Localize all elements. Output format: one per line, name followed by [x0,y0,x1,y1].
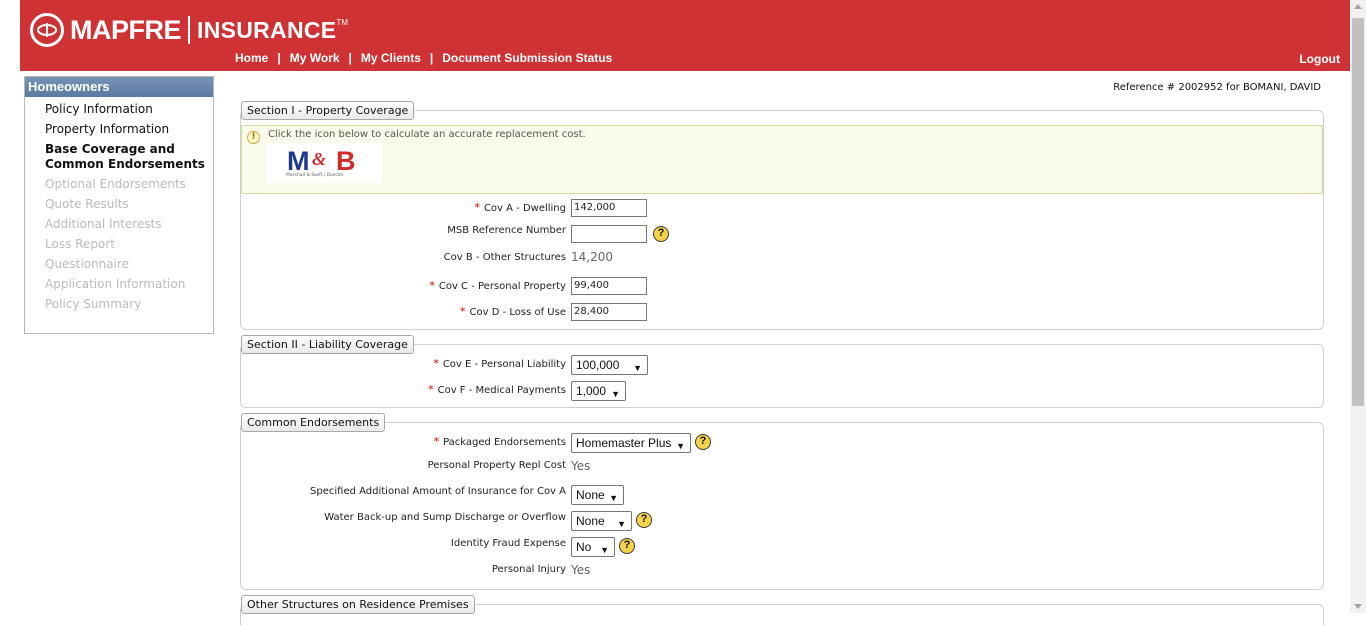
sidebar-item-application-information: Application Information [45,277,186,291]
required-marker: * [474,201,480,214]
header-bar: MAPFRE INSURANCE TM Home | My Work | My … [20,0,1350,71]
cov-e-personal-liability-select[interactable]: 100,000 ▼ [571,355,648,375]
cov-c-label: * Cov C - Personal Property [429,279,566,292]
page-scrollbar[interactable] [1350,0,1366,613]
water-backup-help-icon[interactable]: ? [636,512,652,528]
cov-e-selected-value: 100,000 [576,358,620,372]
nav-my-work-link[interactable]: My Work [290,51,340,65]
msb-info-text: Click the icon below to calculate an acc… [268,129,586,140]
nav-my-clients-link[interactable]: My Clients [361,51,421,65]
cov-a-label: * Cov A - Dwelling [474,201,566,214]
nav-document-submission-status-link[interactable]: Document Submission Status [442,51,612,65]
packaged-endorsements-label-text: Packaged Endorsements [443,437,566,448]
specified-additional-amount-select[interactable]: None ▼ [571,485,624,505]
brand-name: MAPFRE [70,14,182,45]
cov-f-medical-payments-select[interactable]: 1,000 ▼ [571,381,626,401]
chevron-down-icon: ▼ [609,493,618,503]
nav-home-link[interactable]: Home [235,51,268,65]
sidebar-item-policy-summary: Policy Summary [45,297,142,311]
sidebar-item-questionnaire: Questionnaire [45,257,130,271]
sidebar-title: Homeowners [25,77,213,97]
personal-injury-value: Yes [571,563,591,577]
required-marker: * [428,383,434,396]
required-marker: * [433,435,440,448]
packaged-endorsements-help-icon[interactable]: ? [695,434,711,450]
sidebar-item-policy-information[interactable]: Policy Information [45,102,213,117]
cov-e-label-text: Cov E - Personal Liability [442,359,566,370]
cov-c-personal-property-input[interactable]: 99,400 [571,277,647,295]
top-nav: Home | My Work | My Clients | Document S… [235,51,612,65]
chevron-down-icon: ▼ [600,545,609,555]
section-common-endorsements-title: Common Endorsements [241,413,386,432]
personal-injury-label: Personal Injury [491,564,566,575]
chevron-down-icon: ▼ [617,519,626,529]
specified-additional-amount-label: Specified Additional Amount of Insurance… [310,486,566,497]
logo-divider [188,16,190,44]
section-property-coverage-title: Section I - Property Coverage [241,101,415,120]
packaged-endorsements-selected-value: Homemaster Plus [576,436,672,450]
sidebar-item-property-information[interactable]: Property Information [45,122,213,137]
specified-additional-amount-selected-value: None [576,488,605,502]
trademark-mark: TM [336,18,348,27]
info-icon: ! [247,131,260,144]
product-name: INSURANCE [197,16,337,43]
sidebar-item-optional-endorsements: Optional Endorsements [45,177,186,191]
identity-fraud-help-icon[interactable]: ? [619,538,635,554]
nav-separator: | [429,51,434,65]
cov-e-label: * Cov E - Personal Liability [433,357,566,370]
msb-logo-ampersand: & [312,149,327,169]
personal-property-repl-cost-label: Personal Property Repl Cost [427,460,566,471]
logout-link[interactable]: Logout [1299,52,1340,66]
msb-reference-label: MSB Reference Number [447,225,566,236]
chevron-down-icon: ▼ [633,363,642,373]
mapfre-logo-icon [30,13,64,47]
msb-info-panel: ! Click the icon below to calculate an a… [241,125,1323,194]
cov-d-label: * Cov D - Loss of Use [460,305,566,318]
scroll-down-arrow-icon[interactable] [1354,604,1362,609]
required-marker: * [460,305,466,318]
water-backup-label: Water Back-up and Sump Discharge or Over… [324,512,566,523]
sidebar-item-base-coverage[interactable]: Base Coverage and Common Endorsements [45,142,213,172]
cov-a-dwelling-input[interactable]: 142,000 [571,199,647,217]
water-backup-select[interactable]: None ▼ [571,511,632,531]
sidebar-item-quote-results: Quote Results [45,197,129,211]
sidebar-item-loss-report: Loss Report [45,237,115,251]
msb-reference-help-icon[interactable]: ? [653,226,669,242]
cov-f-label: * Cov F - Medical Payments [428,383,566,396]
chevron-down-icon: ▼ [676,441,685,451]
cov-f-selected-value: 1,000 [576,384,607,398]
cov-f-label-text: Cov F - Medical Payments [437,385,566,396]
packaged-endorsements-select[interactable]: Homemaster Plus ▼ [571,433,691,453]
cov-b-value: 14,200 [571,250,613,264]
required-marker: * [433,357,439,370]
personal-property-repl-cost-value: Yes [571,459,591,473]
msb-calculator-logo[interactable]: M & B Marshall & Swift / Boeckh [266,143,382,183]
mapfre-logo[interactable]: MAPFRE INSURANCE TM [30,12,348,48]
section-common-endorsements [240,422,1324,590]
cov-c-label-text: Cov C - Personal Property [438,281,566,292]
sidebar-list: Policy Information Property Information … [25,102,213,312]
cov-d-loss-of-use-input[interactable]: 28,400 [571,303,647,321]
identity-fraud-label: Identity Fraud Expense [450,538,566,549]
scroll-up-arrow-icon[interactable] [1354,4,1362,9]
packaged-endorsements-label: * Packaged Endorsements [434,435,566,448]
identity-fraud-select[interactable]: No ▼ [571,537,615,557]
scrollbar-thumb[interactable] [1352,18,1364,406]
sidebar: Homeowners Policy Information Property I… [24,76,214,334]
cov-d-label-text: Cov D - Loss of Use [469,307,566,318]
sidebar-item-additional-interests: Additional Interests [45,217,162,231]
cov-b-label: Cov B - Other Structures [443,252,566,263]
water-backup-selected-value: None [576,514,605,528]
required-marker: * [429,279,435,292]
nav-separator: | [277,51,281,65]
cov-a-label-text: Cov A - Dwelling [483,203,566,214]
chevron-down-icon: ▼ [611,389,620,399]
nav-separator: | [348,51,352,65]
msb-reference-input[interactable] [571,225,647,243]
reference-number: Reference # 2002952 for BOMANI, DAVID [1113,82,1321,93]
msb-logo-caption: Marshall & Swift / Boeckh [286,173,344,178]
section-other-structures-title: Other Structures on Residence Premises [241,595,475,614]
identity-fraud-selected-value: No [576,540,592,554]
section-liability-coverage-title: Section II - Liability Coverage [241,335,414,354]
